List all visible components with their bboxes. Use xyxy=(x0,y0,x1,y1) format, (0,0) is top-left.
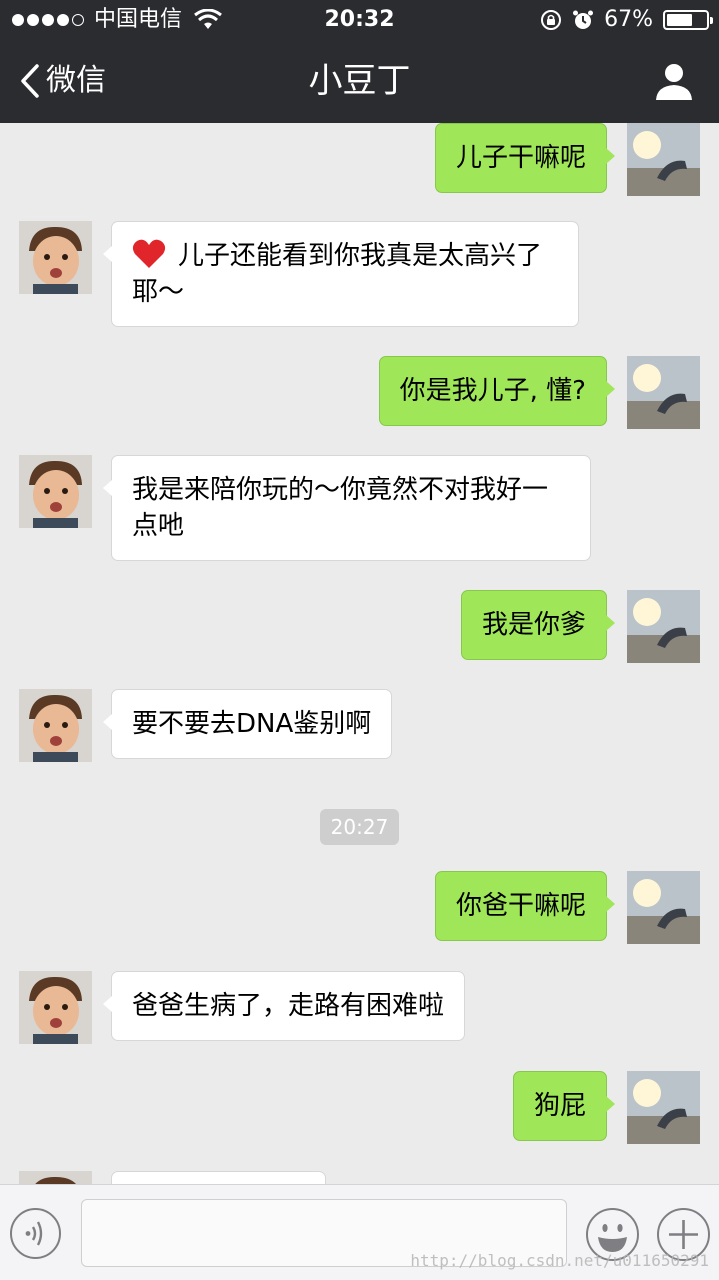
incoming-message[interactable]: 儿子还能看到你我真是太高兴了耶～ xyxy=(103,221,579,327)
chat-title: 小豆丁 xyxy=(308,61,411,101)
input-bar: http://blog.csdn.net/u011650291 xyxy=(0,1184,719,1280)
outgoing-message[interactable]: 狗屁 xyxy=(512,1071,616,1141)
battery-icon xyxy=(663,10,713,30)
heart-emoji-icon xyxy=(132,239,166,268)
battery-level xyxy=(667,14,693,26)
person-icon[interactable] xyxy=(653,60,695,102)
outgoing-message[interactable]: 你爸干嘛呢 xyxy=(434,871,616,941)
back-button[interactable]: 微信 xyxy=(18,62,106,100)
friend-avatar[interactable] xyxy=(19,971,92,1044)
back-label: 微信 xyxy=(46,63,106,98)
message-text: 爸爸生病了，走路有困难啦 xyxy=(132,991,445,1021)
incoming-message[interactable]: 我是来陪你玩的～你竟然不对我好一点吔 xyxy=(103,455,591,561)
outgoing-message[interactable]: 你是我儿子, 懂? xyxy=(378,356,616,426)
alarm-icon xyxy=(573,10,594,29)
message-text: 你是我儿子, 懂? xyxy=(399,376,586,406)
incoming-message[interactable]: 要不要去DNA鉴别啊 xyxy=(102,689,393,759)
emoji-icon[interactable] xyxy=(585,1207,640,1262)
status-bar: 中国电信 20:32 67% xyxy=(0,0,719,40)
message-text: 要不要去DNA鉴别啊 xyxy=(132,709,372,739)
my-avatar[interactable] xyxy=(627,356,700,429)
friend-avatar[interactable] xyxy=(19,221,92,294)
nav-bar: 微信 小豆丁 xyxy=(0,40,719,123)
message-text: 儿子还能看到你我真是太高兴了耶～ xyxy=(132,241,543,307)
message-text: 你爸干嘛呢 xyxy=(455,891,586,921)
battery-percent: 67% xyxy=(604,7,653,32)
message-text: 儿子干嘛呢 xyxy=(455,143,586,173)
outgoing-message[interactable]: 儿子干嘛呢 xyxy=(434,123,616,193)
message-text: 我是你爹 xyxy=(481,610,586,640)
message-text: 狗屁 xyxy=(533,1091,586,1121)
my-avatar[interactable] xyxy=(627,871,700,944)
chat-area[interactable]: 儿子干嘛呢 儿子还能看到你我真是太高兴了耶～ 你是我儿子, 懂? 我是来陪你玩的… xyxy=(0,123,719,1184)
message-input[interactable] xyxy=(81,1199,567,1267)
my-avatar[interactable] xyxy=(627,1071,700,1144)
friend-avatar[interactable] xyxy=(19,455,92,528)
time-separator: 20:27 xyxy=(320,809,399,845)
incoming-message-partial[interactable] xyxy=(111,1171,326,1184)
message-text: 我是来陪你玩的～你竟然不对我好一点吔 xyxy=(132,475,549,541)
voice-icon[interactable] xyxy=(9,1207,62,1260)
incoming-message[interactable]: 爸爸生病了，走路有困难啦 xyxy=(102,971,466,1041)
friend-avatar[interactable] xyxy=(19,1171,92,1184)
plus-icon[interactable] xyxy=(656,1207,711,1262)
friend-avatar[interactable] xyxy=(19,689,92,762)
outgoing-message[interactable]: 我是你爹 xyxy=(460,590,616,660)
my-avatar[interactable] xyxy=(627,123,700,196)
my-avatar[interactable] xyxy=(627,590,700,663)
rotation-lock-icon xyxy=(541,10,562,30)
chevron-left-icon xyxy=(21,64,39,98)
